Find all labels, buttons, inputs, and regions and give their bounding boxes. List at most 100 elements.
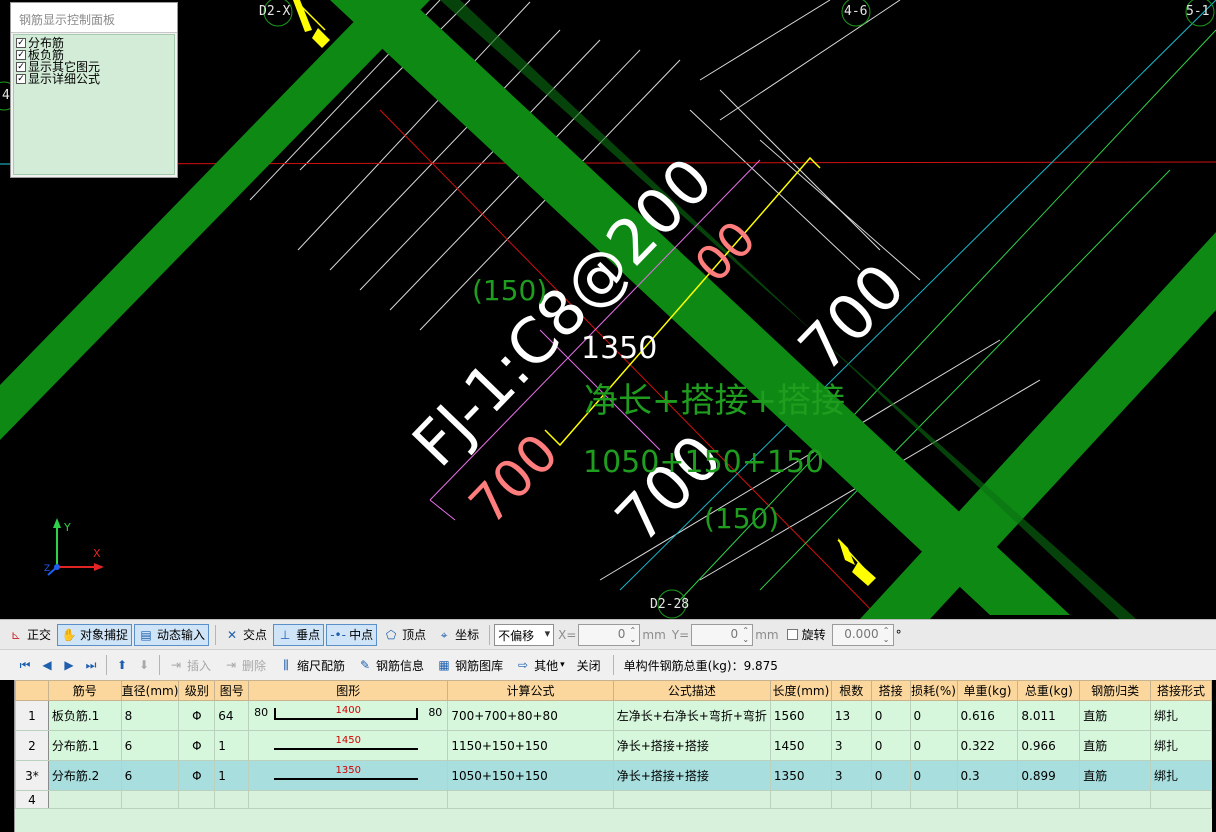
y-coordinate-input[interactable]: 0 <box>691 623 754 646</box>
empty-cell[interactable] <box>214 790 250 809</box>
check-icon[interactable]: ✓ <box>16 50 26 60</box>
header-cell[interactable]: 公式描述 <box>612 680 771 701</box>
cell-lap-type[interactable]: 绑扎 <box>1150 730 1212 761</box>
cell-shape[interactable]: 1350 <box>248 760 449 791</box>
cell-shape[interactable]: 1450 <box>248 730 449 761</box>
coordinate-snap-button[interactable]: ⌖ 坐标 <box>432 624 483 646</box>
insert-button[interactable]: ⇥ 插入 <box>164 654 215 676</box>
empty-cell[interactable] <box>830 790 872 809</box>
cell-loss[interactable]: 0 <box>909 700 958 731</box>
midpoint-snap-button[interactable]: -•- 中点 <box>326 623 378 646</box>
delete-button[interactable]: ⇥ 删除 <box>219 654 270 676</box>
empty-cell[interactable] <box>870 790 911 809</box>
header-cell[interactable]: 搭接 <box>870 680 911 701</box>
cell-category[interactable]: 直筋 <box>1079 700 1152 731</box>
cell-figure-number[interactable]: 1 <box>214 730 250 761</box>
cell-length[interactable]: 1350 <box>769 760 832 791</box>
table-row[interactable]: 2 分布筋.1 6 Φ 1 1450 1150+150+150 净长+搭接+搭接… <box>15 730 1212 761</box>
header-cell[interactable]: 总重(kg) <box>1017 680 1081 701</box>
cell-count[interactable]: 3 <box>830 760 872 791</box>
cell-formula[interactable]: 1150+150+150 <box>447 730 614 761</box>
perpendicular-snap-button[interactable]: ⊥ 垂点 <box>273 623 325 646</box>
cell-diameter[interactable]: 6 <box>120 760 180 791</box>
header-cell[interactable]: 计算公式 <box>447 680 614 701</box>
empty-cell[interactable] <box>1017 790 1081 809</box>
cell-grade[interactable]: Φ <box>178 700 216 731</box>
header-cell[interactable]: 筋号 <box>47 680 122 701</box>
cell-grade[interactable]: Φ <box>178 760 216 791</box>
cell-lap[interactable]: 0 <box>870 760 911 791</box>
cell-lap-type[interactable]: 绑扎 <box>1150 760 1212 791</box>
empty-cell[interactable] <box>248 790 449 809</box>
header-cell[interactable]: 搭接形式 <box>1150 680 1212 701</box>
cell-name[interactable]: 分布筋.1 <box>47 730 122 761</box>
cell-description[interactable]: 净长+搭接+搭接 <box>612 760 771 791</box>
vertex-snap-button[interactable]: ⬠ 顶点 <box>379 624 430 646</box>
empty-cell[interactable] <box>47 790 122 809</box>
move-up-icon[interactable]: ⬆ <box>111 655 133 675</box>
next-record-icon[interactable]: ▶ <box>58 655 80 675</box>
dynamic-input-button[interactable]: ▤ 动态输入 <box>134 623 210 646</box>
cell-unit-weight[interactable]: 0.3 <box>956 760 1019 791</box>
cell-grade[interactable]: Φ <box>178 730 216 761</box>
close-button[interactable]: 关闭 <box>573 654 605 676</box>
cell-diameter[interactable]: 8 <box>120 700 180 731</box>
empty-cell[interactable] <box>1079 790 1152 809</box>
header-cell[interactable]: 根数 <box>830 680 872 701</box>
cell-formula[interactable]: 1050+150+150 <box>447 760 614 791</box>
row-number[interactable]: 4 <box>15 790 49 809</box>
move-down-icon[interactable]: ⬇ <box>133 655 155 675</box>
cell-category[interactable]: 直筋 <box>1079 760 1152 791</box>
cell-count[interactable]: 13 <box>830 700 872 731</box>
empty-cell[interactable] <box>1150 790 1212 809</box>
object-snap-button[interactable]: ✋ 对象捕捉 <box>57 623 133 646</box>
x-coordinate-input[interactable]: 0 <box>578 623 641 646</box>
cell-shape[interactable]: 80 1400 80 <box>248 700 449 731</box>
other-menu-button[interactable]: ⇨ 其他 ▾ <box>511 654 569 676</box>
check-icon[interactable]: ✓ <box>16 38 26 48</box>
previous-record-icon[interactable]: ◀ <box>36 655 58 675</box>
table-row-selected[interactable]: 3* 分布筋.2 6 Φ 1 1350 1050+150+150 净长+搭接+搭… <box>15 760 1212 791</box>
header-cell[interactable]: 图形 <box>248 680 449 701</box>
cell-diameter[interactable]: 6 <box>120 730 180 761</box>
offset-mode-select[interactable]: 不偏移 <box>494 623 555 646</box>
cell-total-weight[interactable]: 0.899 <box>1017 760 1081 791</box>
cell-category[interactable]: 直筋 <box>1079 730 1152 761</box>
header-cell[interactable]: 级别 <box>178 680 216 701</box>
cell-lap[interactable]: 0 <box>870 700 911 731</box>
cell-figure-number[interactable]: 1 <box>214 760 250 791</box>
empty-cell[interactable] <box>769 790 832 809</box>
header-cell[interactable]: 直径(mm) <box>120 680 180 701</box>
cell-count[interactable]: 3 <box>830 730 872 761</box>
cell-total-weight[interactable]: 0.966 <box>1017 730 1081 761</box>
intersection-snap-button[interactable]: ✕ 交点 <box>220 624 271 646</box>
empty-cell[interactable] <box>120 790 180 809</box>
cell-loss[interactable]: 0 <box>909 760 958 791</box>
table-row[interactable]: 1 板负筋.1 8 Φ 64 80 1400 80 700+700+80+80 左净… <box>15 700 1212 731</box>
rotate-checkbox[interactable] <box>786 629 798 640</box>
cell-unit-weight[interactable]: 0.616 <box>956 700 1019 731</box>
first-record-icon[interactable]: ⏮ <box>14 655 36 675</box>
cell-lap-type[interactable]: 绑扎 <box>1150 700 1212 731</box>
cell-loss[interactable]: 0 <box>909 730 958 761</box>
scale-rebar-button[interactable]: ⫼ 缩尺配筋 <box>274 654 349 676</box>
last-record-icon[interactable]: ⏭ <box>80 655 102 675</box>
rebar-info-button[interactable]: ✎ 钢筋信息 <box>353 654 428 676</box>
cell-figure-number[interactable]: 64 <box>214 700 250 731</box>
header-cell[interactable]: 单重(kg) <box>956 680 1019 701</box>
empty-cell[interactable] <box>178 790 216 809</box>
cell-name[interactable]: 分布筋.2 <box>47 760 122 791</box>
table-row-empty[interactable]: 4 <box>15 790 1212 809</box>
header-cell[interactable]: 损耗(%) <box>909 680 958 701</box>
cell-total-weight[interactable]: 8.011 <box>1017 700 1081 731</box>
check-icon[interactable]: ✓ <box>16 62 26 72</box>
cell-name[interactable]: 板负筋.1 <box>47 700 122 731</box>
empty-cell[interactable] <box>909 790 958 809</box>
header-cell[interactable]: 图号 <box>214 680 250 701</box>
cell-lap[interactable]: 0 <box>870 730 911 761</box>
header-cell[interactable]: 长度(mm) <box>769 680 832 701</box>
cell-description[interactable]: 净长+搭接+搭接 <box>612 730 771 761</box>
row-number[interactable]: 2 <box>15 730 49 761</box>
cell-length[interactable]: 1450 <box>769 730 832 761</box>
cell-length[interactable]: 1560 <box>769 700 832 731</box>
